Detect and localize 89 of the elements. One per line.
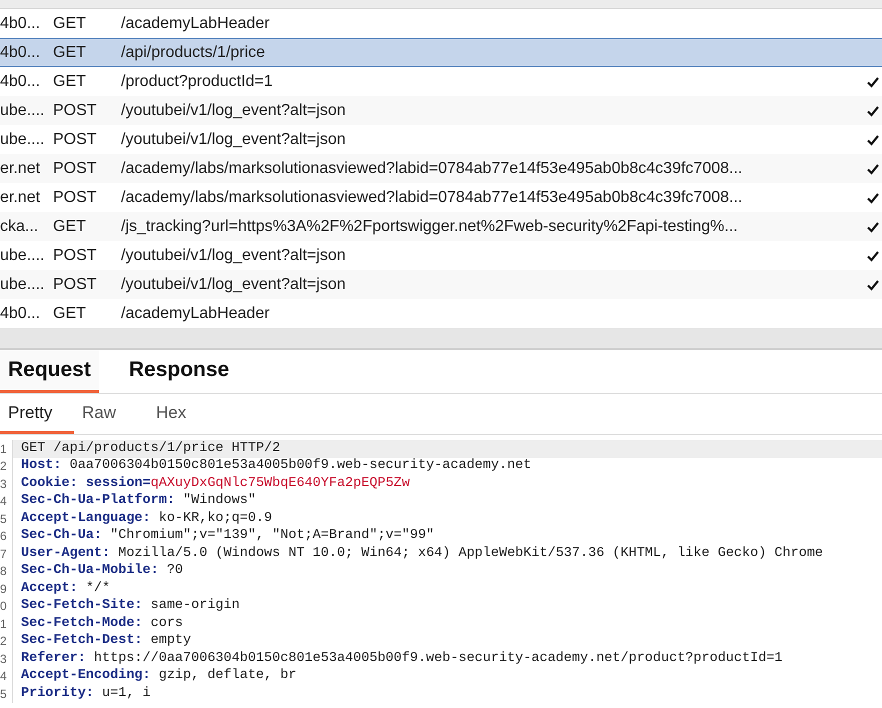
method-cell-text: GET [53, 42, 87, 62]
url-cell-text: /js_tracking?url=https%3A%2F%2Fportswigger.net%2Fweb-security%2Fapi-testing%... [121, 216, 739, 236]
header-name: Accept-Encoding: [21, 667, 151, 686]
line-number: 2 [0, 633, 8, 650]
header-name: Sec-Fetch-Site: [21, 597, 143, 616]
header-value: "Chromium";v="139", "Not;A=Brand";v="99" [110, 527, 434, 546]
host-cell-text: ube.... [0, 246, 46, 266]
host-cell-text: 4b0... [0, 14, 42, 34]
line-number: 8 [0, 563, 8, 580]
method-cell-text: POST [53, 130, 98, 150]
method-cell-text: POST [53, 188, 98, 208]
url-cell-text: /academyLabHeader [121, 14, 271, 34]
line-number: 2 [0, 458, 8, 476]
header-value: 0aa7006304b0150c801e53a4005b00f9.web-security-academy.net [70, 457, 532, 476]
line-number: 1 [0, 616, 8, 633]
host-cell-text: cka... [0, 216, 40, 236]
url-cell-text: /academy/labs/marksolutionasviewed?labid=0784ab77e14f53e495ab0b8c4c39fc7008... [121, 188, 744, 208]
host-cell-text: er.net [0, 188, 42, 208]
header-value: Mozilla/5.0 (Windows NT 10.0; Win64; x64) AppleWebKit/537.36 (KHTML, like Gecko) Chrome [118, 544, 824, 563]
header-name: Sec-Ch-Ua-Platform: [21, 492, 175, 510]
method-cell-text: GET [53, 14, 87, 34]
method-cell-text: POST [53, 246, 98, 266]
header-name: Sec-Fetch-Mode: [21, 614, 143, 633]
line-number: 1 [0, 440, 8, 458]
url-cell-text: /youtubei/v1/log_event?alt=json [121, 246, 347, 266]
panel-tab[interactable]: Response [120, 350, 238, 393]
host-cell-text: er.net [0, 158, 42, 178]
url-cell-text: /youtubei/v1/log_event?alt=json [121, 130, 347, 150]
url-cell-text: /youtubei/v1/log_event?alt=json [121, 274, 347, 294]
method-cell-text: GET [53, 72, 87, 92]
request-line: GET /api/products/1/price HTTP/2 [21, 440, 280, 458]
header-value: cors [150, 614, 184, 633]
url-cell-text: /youtubei/v1/log_event?alt=json [121, 100, 347, 120]
host-cell-text: 4b0... [0, 72, 42, 92]
url-cell-text: /api/products/1/price [121, 42, 266, 62]
request-row[interactable]: ube.... POST /youtubei/v1/log_event?alt=json [0, 96, 882, 125]
method-cell-text: GET [53, 216, 87, 236]
cookie-value: qAXuyDxGqNlc75WbqE640YFa2pEQP5Zw [150, 474, 410, 493]
view-tab[interactable]: Raw [74, 394, 148, 434]
request-row[interactable]: 4b0... GET /api/products/1/price [0, 38, 882, 67]
method-cell-text: POST [53, 158, 98, 178]
line-number: 4 [0, 493, 8, 510]
line-number: 3 [0, 650, 8, 668]
header-value: ?0 [166, 562, 184, 580]
host-cell-text: 4b0... [0, 42, 42, 62]
header-value: ko-KR,ko;q=0.9 [158, 510, 272, 528]
line-number: 6 [0, 528, 8, 546]
line-number: 9 [0, 580, 8, 598]
method-cell-text: GET [53, 304, 87, 324]
header-value: same-origin [150, 597, 240, 616]
header-name: Priority: [21, 684, 94, 703]
header-value: https://0aa7006304b0150c801e53a4005b00f9.web-security-academy.net/product?productId=1 [94, 650, 783, 668]
header-name: User-Agent: [21, 544, 110, 563]
header-value: "Windows" [183, 492, 256, 510]
url-cell-text: /academyLabHeader [121, 304, 271, 324]
header-name: Sec-Ch-Ua-Mobile: [21, 562, 159, 580]
method-cell-text: POST [53, 100, 98, 120]
url-cell-text: /academy/labs/marksolutionasviewed?labid=0784ab77e14f53e495ab0b8c4c39fc7008... [121, 158, 744, 178]
url-cell-text: /product?productId=1 [121, 72, 274, 92]
header-name: Cookie: [21, 474, 78, 493]
host-cell-text: 4b0... [0, 304, 42, 324]
header-name: Accept-Language: [21, 510, 151, 528]
host-cell-text: ube.... [0, 100, 46, 120]
request-row[interactable]: cka... GET /js_tracking?url=https%3A%2F%2Fportswigger.net%2Fweb-security%2Fapi-testing%... [0, 212, 882, 241]
method-cell-text: POST [53, 274, 98, 294]
header-name: Sec-Fetch-Dest: [21, 632, 143, 650]
cookie-name: session= [86, 474, 151, 493]
panel-tab[interactable]: Request [0, 350, 99, 393]
host-cell-text: ube.... [0, 274, 46, 294]
line-number: 5 [0, 510, 8, 528]
line-number: 4 [0, 668, 8, 686]
request-row[interactable]: ube.... POST /youtubei/v1/log_event?alt=json [0, 270, 882, 299]
request-row[interactable]: er.net POST /academy/labs/marksolutionasviewed?labid=0784ab77e14f53e495ab0b8c4c39fc7008... [0, 154, 882, 183]
header-value: */* [86, 580, 110, 598]
splitter-bar[interactable] [0, 328, 882, 350]
header-name: Sec-Ch-Ua: [21, 527, 102, 546]
header-name: Host: [21, 457, 62, 476]
view-tab[interactable]: Pretty [0, 394, 74, 434]
header-value: empty [150, 632, 192, 650]
view-tab[interactable]: Hex [148, 394, 222, 434]
header-value: u=1, i [102, 684, 151, 703]
line-number: 0 [0, 598, 8, 616]
host-cell-text: ube.... [0, 130, 46, 150]
line-number: 5 [0, 686, 8, 703]
line-number: 3 [0, 476, 8, 493]
header-value: gzip, deflate, br [158, 667, 296, 686]
header-name: Referer: [21, 650, 86, 668]
line-number: 7 [0, 546, 8, 563]
header-name: Accept: [21, 580, 78, 598]
